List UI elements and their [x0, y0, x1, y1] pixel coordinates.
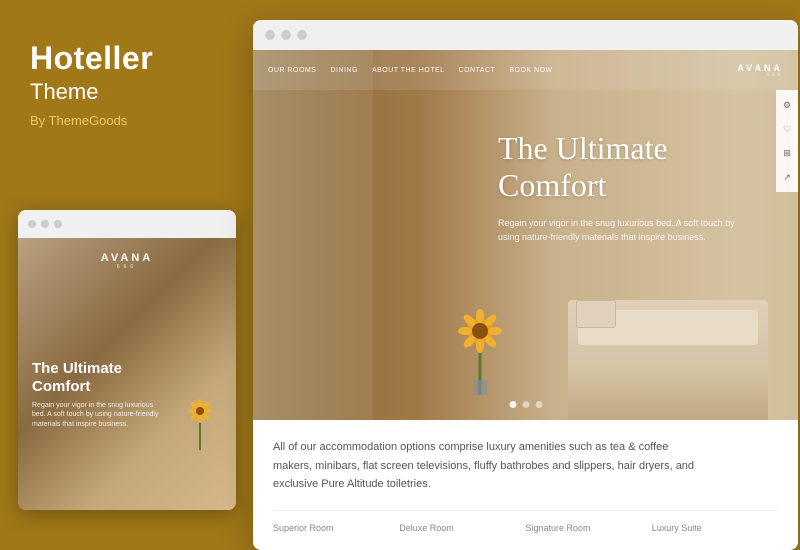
bed-area	[568, 300, 768, 420]
heart-icon[interactable]: ♡	[780, 122, 794, 136]
room-tab-luxury[interactable]: Luxury Suite	[652, 523, 778, 533]
hero-text-overlay: The UltimateComfort Regain your vigor in…	[498, 130, 738, 244]
nav-item-contact[interactable]: CONTACT	[459, 67, 496, 74]
dot-1	[28, 220, 36, 228]
curtain-left	[253, 50, 373, 420]
grid-icon[interactable]: ⊞	[780, 146, 794, 160]
right-bottom-content: All of our accommodation options compris…	[253, 420, 798, 545]
dot-3	[54, 220, 62, 228]
small-hero-title: The UltimateComfort	[32, 360, 162, 396]
brand-subtitle: Theme	[30, 79, 215, 105]
small-hotel-logo: AVANA 666	[101, 252, 153, 270]
right-browser-bar	[253, 20, 798, 50]
right-nav: OUR ROOMS DINING ABOUT THE HOTEL CONTACT…	[253, 50, 798, 90]
amenities-text: All of our accommodation options compris…	[273, 438, 703, 494]
left-panel: Hoteller Theme By ThemeGoods AVANA 666	[0, 0, 245, 550]
dot-2	[41, 220, 49, 228]
brand-by: By ThemeGoods	[30, 113, 215, 128]
right-hero-title: The UltimateComfort	[498, 130, 738, 204]
right-browser-mockup: OUR ROOMS DINING ABOUT THE HOTEL CONTACT…	[253, 20, 798, 550]
right-panel-icons: ⚙ ♡ ⊞ ↗	[776, 90, 798, 192]
right-dot-2	[281, 30, 291, 40]
share-icon[interactable]: ↗	[780, 170, 794, 184]
settings-icon[interactable]: ⚙	[780, 98, 794, 112]
room-tab-superior[interactable]: Superior Room	[273, 523, 399, 533]
nav-items: OUR ROOMS DINING ABOUT THE HOTEL CONTACT…	[268, 67, 737, 74]
right-dot-3	[297, 30, 307, 40]
right-dot-1	[265, 30, 275, 40]
nav-item-about[interactable]: ABOUT THE HOTEL	[372, 67, 445, 74]
right-hero-body: Regain your vigor in the snug luxurious …	[498, 216, 738, 245]
room-tab-signature[interactable]: Signature Room	[526, 523, 652, 533]
room-tabs: Superior Room Deluxe Room Signature Room…	[273, 510, 778, 533]
right-hero: OUR ROOMS DINING ABOUT THE HOTEL CONTACT…	[253, 50, 798, 420]
hero-dot-2[interactable]	[522, 401, 529, 408]
nav-item-book[interactable]: BOOK NOW	[509, 67, 552, 74]
room-tab-deluxe[interactable]: Deluxe Room	[399, 523, 525, 533]
nav-item-dining[interactable]: DINING	[330, 67, 358, 74]
brand-title: Hoteller	[30, 40, 215, 77]
small-sunflower	[183, 395, 218, 455]
hero-dot-3[interactable]	[535, 401, 542, 408]
right-sunflower	[453, 305, 508, 400]
small-browser-mockup: AVANA 666	[18, 210, 236, 510]
hero-dot-1[interactable]	[509, 401, 516, 408]
small-browser-bar	[18, 210, 236, 238]
nav-item-rooms[interactable]: OUR ROOMS	[268, 67, 316, 74]
right-hotel-logo: AVANA 666	[737, 63, 783, 78]
small-hero-text: The UltimateComfort Regain your vigor in…	[32, 360, 162, 430]
small-browser-content: AVANA 666	[18, 238, 236, 510]
hero-dots	[509, 401, 542, 408]
